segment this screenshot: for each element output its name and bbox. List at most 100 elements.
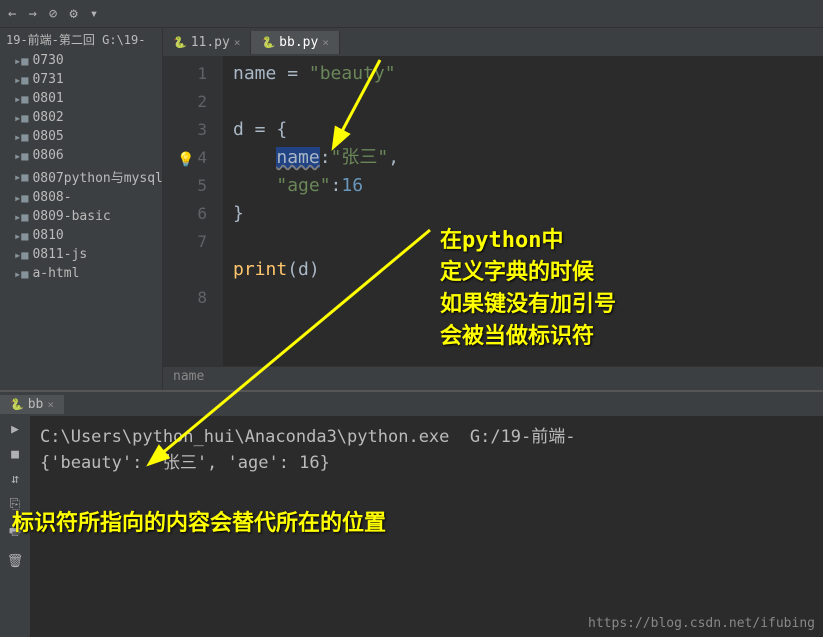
line-number: 2 (163, 88, 207, 116)
sidebar-item[interactable]: ▸■ 0731 (0, 70, 162, 89)
line-number: 7 (163, 228, 207, 256)
folder-icon: ▸■ (14, 267, 28, 281)
rerun-icon[interactable]: ▶ (11, 422, 19, 437)
code-token: name (233, 63, 276, 84)
sidebar-item[interactable]: ▸■ 0801 (0, 89, 162, 108)
print-icon[interactable]: 🖶 (9, 522, 21, 544)
code-token: = (276, 63, 309, 84)
sidebar-item[interactable]: ▸■0806 (0, 146, 162, 165)
folder-icon: ▸■ (14, 229, 28, 243)
editor-tabs: 🐍 11.py × 🐍 bb.py × (163, 28, 823, 56)
folder-icon: ▸■ (14, 92, 28, 106)
sidebar-item[interactable]: ▸■ 0730 (0, 51, 162, 70)
sidebar-item-label: 0811-js (32, 247, 87, 262)
tab-11py[interactable]: 🐍 11.py × (163, 31, 251, 54)
console-line: {'beauty': '张三', 'age': 16} (40, 450, 813, 476)
sidebar-item[interactable]: ▸■ a-html (0, 264, 162, 283)
code-token: d (233, 119, 244, 140)
sidebar-item[interactable]: ▸■0807python与mysql (0, 165, 162, 188)
line-number: 1 (163, 60, 207, 88)
code-token: ( (287, 259, 298, 280)
folder-icon: ▸■ (14, 191, 28, 205)
line-number: 8 (163, 284, 207, 312)
code-token: "beauty" (309, 63, 396, 84)
sidebar-item-label: 0809-basic (32, 209, 110, 224)
folder-icon: ▸■ (14, 149, 28, 163)
code-token: ) (309, 259, 320, 280)
python-icon: 🐍 (10, 398, 24, 411)
run-body: ▶ ■ ⇵ ⎘ 🖶 🗑 C:\Users\python_hui\Anaconda… (0, 416, 823, 637)
folder-icon: ▸■ (14, 170, 28, 184)
console-line: C:\Users\python_hui\Anaconda3\python.exe… (40, 424, 813, 450)
main-toolbar: ← → ⊘ ⚙ ▾ (0, 0, 823, 28)
trash-icon[interactable]: 🗑 (7, 554, 24, 569)
code-token (233, 175, 276, 196)
sidebar-item-label: 0802 (32, 110, 63, 125)
stop-icon[interactable]: ■ (11, 447, 19, 462)
chevron-down-icon[interactable]: ▾ (90, 6, 98, 22)
python-icon: 🐍 (173, 36, 187, 49)
nav-back-icon[interactable]: ← (8, 6, 16, 22)
code-token (233, 147, 276, 168)
line-number: 6 (163, 200, 207, 228)
code-body[interactable]: 💡 name = "beauty" d = { name:"张三", "age"… (223, 56, 823, 366)
sidebar-item[interactable]: ▸■ 0811-js (0, 245, 162, 264)
project-root[interactable]: 19-前端-第二回 G:\19- (0, 28, 162, 51)
python-icon: 🐍 (261, 36, 275, 49)
console-output[interactable]: C:\Users\python_hui\Anaconda3\python.exe… (30, 416, 823, 637)
line-number: 5 (163, 172, 207, 200)
export-icon[interactable]: ⎘ (10, 497, 20, 512)
editor-area: 🐍 11.py × 🐍 bb.py × 1 2 3 4 5 6 7 8 (163, 28, 823, 390)
code-token: print (233, 259, 287, 280)
close-icon[interactable]: × (234, 36, 241, 49)
code-token: 16 (341, 175, 363, 196)
code-token: , (388, 147, 399, 168)
tab-label: 11.py (191, 35, 230, 50)
code-token: : (320, 147, 331, 168)
sidebar-item-label: 0810 (32, 228, 63, 243)
sidebar-item[interactable]: ▸■ 0809-basic (0, 207, 162, 226)
folder-icon: ▸■ (14, 248, 28, 262)
code-token: "张三" (331, 147, 389, 168)
sidebar-item[interactable]: ▸■ 0808- (0, 188, 162, 207)
lightbulb-icon[interactable]: 💡 (177, 146, 194, 174)
code-token-highlighted: name (276, 147, 319, 168)
project-sidebar: 19-前端-第二回 G:\19- ▸■ 0730 ▸■ 0731 ▸■ 0801 ▸■… (0, 28, 163, 390)
folder-icon: ▸■ (14, 111, 28, 125)
sidebar-item-label: a-html (32, 266, 79, 281)
folder-icon: ▸■ (14, 210, 28, 224)
layout-icon[interactable]: ⇵ (11, 472, 19, 487)
line-number: 3 (163, 116, 207, 144)
nav-forward-icon[interactable]: → (28, 6, 36, 22)
run-tab-label: bb (28, 397, 44, 412)
code-token: : (331, 175, 342, 196)
run-toolbar: ▶ ■ ⇵ ⎘ 🖶 🗑 (0, 416, 30, 637)
tab-bbpy[interactable]: 🐍 bb.py × (251, 31, 339, 54)
code-editor[interactable]: 1 2 3 4 5 6 7 8 💡 name = "beauty" d = { … (163, 56, 823, 366)
line-gutter: 1 2 3 4 5 6 7 8 (163, 56, 223, 366)
close-icon[interactable]: × (47, 398, 54, 411)
code-token: "age" (276, 175, 330, 196)
code-token: } (233, 203, 244, 224)
sidebar-item-label: 0730 (32, 53, 63, 68)
sidebar-item-label: 0801 (32, 91, 63, 106)
code-token: = { (244, 119, 287, 140)
main-area: 19-前端-第二回 G:\19- ▸■ 0730 ▸■ 0731 ▸■ 0801 ▸■… (0, 28, 823, 390)
run-tab-bb[interactable]: 🐍 bb × (0, 395, 64, 414)
sidebar-item-label: 0808- (32, 190, 71, 205)
sidebar-item[interactable]: ▸■ 0810 (0, 226, 162, 245)
folder-icon: ▸■ (14, 73, 28, 87)
gear-icon[interactable]: ⚙ (69, 6, 77, 22)
close-icon[interactable]: × (322, 36, 329, 49)
breadcrumb[interactable]: name (163, 366, 823, 390)
sidebar-item[interactable]: ▸■ 0805 (0, 127, 162, 146)
target-icon[interactable]: ⊘ (49, 6, 57, 22)
sidebar-item-label: 0805 (32, 129, 63, 144)
run-tabs: 🐍 bb × (0, 392, 823, 416)
watermark: https://blog.csdn.net/ifubing (588, 616, 815, 631)
tab-label: bb.py (279, 35, 318, 50)
folder-icon: ▸■ (14, 130, 28, 144)
sidebar-item-label: 0731 (32, 72, 63, 87)
sidebar-item[interactable]: ▸■ 0802 (0, 108, 162, 127)
folder-icon: ▸■ (14, 54, 28, 68)
